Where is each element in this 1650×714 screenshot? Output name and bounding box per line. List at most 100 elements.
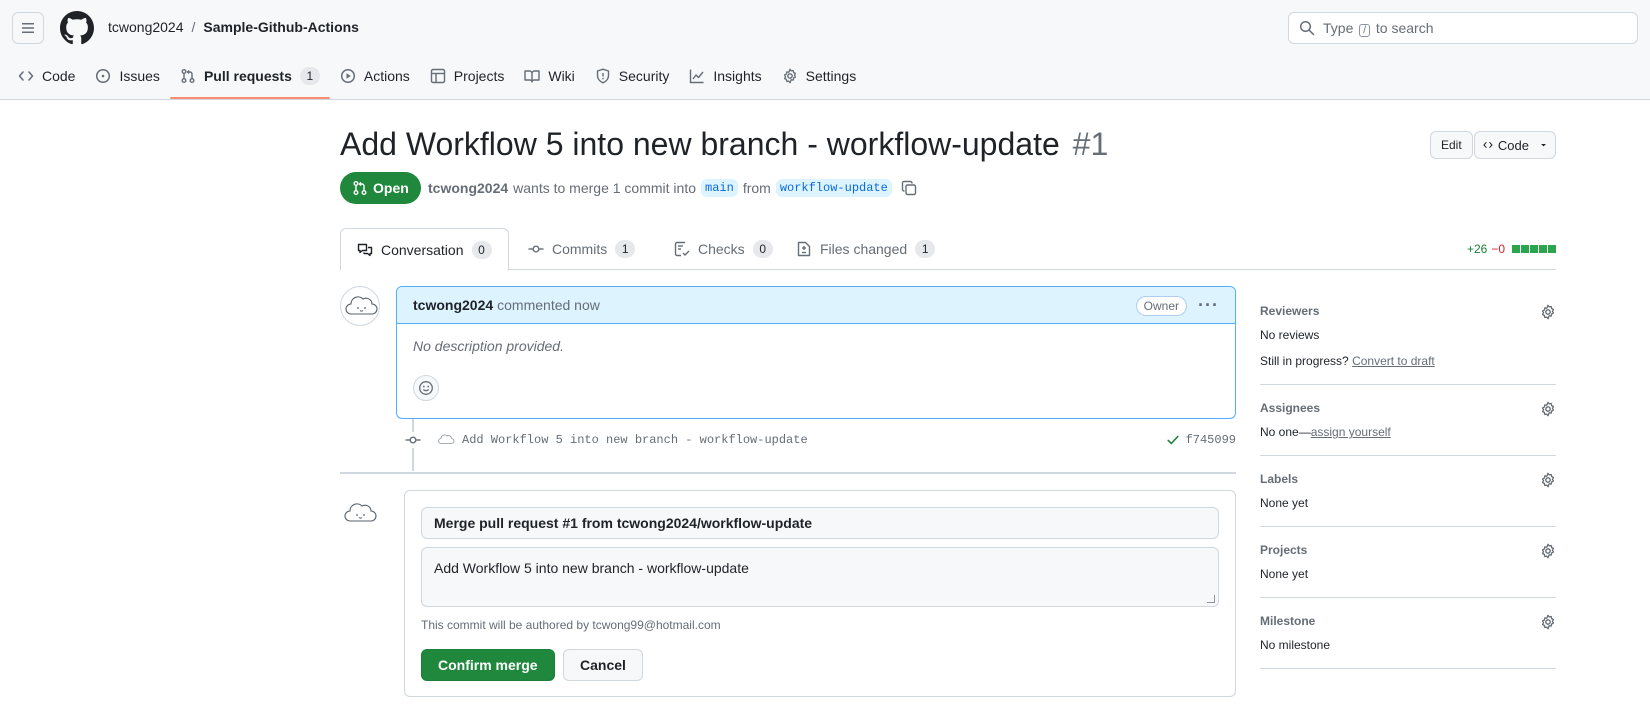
- sidebar-assignees: Assignees No one—assign yourself: [1260, 385, 1556, 456]
- diffstat-block: [1521, 245, 1529, 253]
- pr-tabs: Conversation 0 Commits 1 Checks 0 Files …: [340, 228, 1556, 271]
- nav-insights[interactable]: Insights: [679, 60, 771, 92]
- cancel-button[interactable]: Cancel: [563, 649, 643, 681]
- nav-label: Wiki: [548, 68, 575, 84]
- merge-commit-title-input[interactable]: Merge pull request #1 from tcwong2024/wo…: [421, 507, 1219, 539]
- pr-title-text: Add Workflow 5 into new branch - workflo…: [340, 126, 1060, 162]
- sidebar-value: None yet: [1260, 496, 1309, 510]
- comment-header: tcwong2024 commented now Owner ···: [397, 287, 1235, 324]
- github-logo-icon[interactable]: [60, 11, 94, 45]
- search-shortcut-key: /: [1359, 23, 1371, 37]
- still-in-progress-text: Still in progress?: [1260, 354, 1349, 368]
- check-icon[interactable]: [1166, 433, 1180, 447]
- timeline-divider: [340, 472, 1236, 474]
- sidebar-milestone: Milestone No milestone: [1260, 598, 1556, 669]
- tab-commits[interactable]: Commits 1: [512, 228, 651, 270]
- pull-requests-count: 1: [299, 67, 320, 85]
- merge-commit-message-textarea[interactable]: Add Workflow 5 into new branch - workflo…: [421, 547, 1219, 607]
- app-header: tcwong2024 / Sample-Github-Actions Type …: [0, 0, 1650, 100]
- diffstat-block: [1530, 245, 1538, 253]
- sidebar-reviewers: Reviewers No reviews Still in progress? …: [1260, 286, 1556, 385]
- nav-pull-requests[interactable]: Pull requests 1: [169, 60, 330, 99]
- timeline-commit: Add Workflow 5 into new branch - workflo…: [400, 430, 1236, 450]
- repo-owner-link[interactable]: tcwong2024: [108, 19, 184, 35]
- sidebar-title: Labels: [1260, 472, 1299, 486]
- gear-icon[interactable]: [1540, 401, 1556, 417]
- sidebar-title: Reviewers: [1260, 304, 1320, 318]
- nav-issues[interactable]: Issues: [85, 60, 169, 92]
- code-icon: [1483, 142, 1493, 148]
- shield-icon: [596, 68, 609, 84]
- nav-code[interactable]: Code: [8, 60, 85, 92]
- cloud-avatar-icon: [438, 434, 455, 444]
- from-text: from: [742, 180, 771, 196]
- diffstat-bar: [1511, 245, 1556, 253]
- nav-label: Settings: [805, 68, 857, 84]
- breadcrumb: tcwong2024 / Sample-Github-Actions: [108, 19, 359, 35]
- comment-timestamp: commented now: [497, 297, 600, 313]
- nav-label: Pull requests: [203, 68, 292, 84]
- pr-meta: tcwong2024 wants to merge 1 commit into …: [428, 179, 917, 197]
- tab-label: Checks: [698, 241, 745, 257]
- nav-label: Issues: [119, 68, 160, 84]
- diffstat-block: [1539, 245, 1547, 253]
- edit-title-button[interactable]: Edit: [1430, 131, 1473, 159]
- kebab-horizontal-icon[interactable]: ···: [1198, 295, 1219, 316]
- add-reaction-button[interactable]: [413, 375, 439, 401]
- nav-settings[interactable]: Settings: [772, 60, 867, 92]
- convert-to-draft-link[interactable]: Convert to draft: [1352, 354, 1435, 368]
- base-branch[interactable]: main: [701, 179, 738, 197]
- cloud-avatar-icon: [345, 296, 378, 315]
- nav-projects[interactable]: Projects: [420, 60, 515, 92]
- merge-commit-message-value: Add Workflow 5 into new branch - workflo…: [434, 560, 749, 576]
- no-one-text: No one—: [1260, 425, 1311, 439]
- sidebar-value: No reviews: [1260, 328, 1320, 342]
- code-icon: [18, 71, 34, 81]
- diffstat-additions: +26: [1466, 242, 1488, 256]
- draft-row: Still in progress? Convert to draft: [1260, 354, 1556, 368]
- assign-yourself-link[interactable]: assign yourself: [1311, 425, 1391, 439]
- tab-files-changed[interactable]: Files changed 1: [780, 228, 951, 270]
- nav-security[interactable]: Security: [585, 60, 680, 92]
- copy-icon[interactable]: [901, 180, 917, 196]
- search-input[interactable]: Type / to search: [1288, 12, 1638, 44]
- commit-sha-link[interactable]: f745099: [1186, 433, 1236, 447]
- confirm-merge-button[interactable]: Confirm merge: [421, 649, 555, 681]
- head-branch[interactable]: workflow-update: [775, 179, 892, 197]
- nav-label: Code: [42, 68, 76, 84]
- pr-sidebar: Reviewers No reviews Still in progress? …: [1260, 286, 1556, 669]
- menu-button[interactable]: [12, 12, 44, 44]
- code-dropdown-button[interactable]: Code: [1474, 131, 1556, 159]
- pr-state-label: Open: [373, 180, 409, 196]
- avatar[interactable]: [340, 494, 380, 534]
- gear-icon[interactable]: [1540, 614, 1556, 630]
- sidebar-value: No milestone: [1260, 638, 1331, 652]
- commit-author-note: This commit will be authored by tcwong99…: [421, 618, 721, 632]
- gear-icon[interactable]: [1540, 304, 1556, 320]
- avatar[interactable]: [340, 286, 380, 326]
- smiley-icon: [419, 381, 433, 395]
- tab-conversation[interactable]: Conversation 0: [340, 228, 509, 271]
- tab-count: 1: [615, 240, 636, 258]
- nav-wiki[interactable]: Wiki: [514, 60, 584, 92]
- diffstat-deletions: −0: [1491, 242, 1505, 256]
- sidebar-title: Assignees: [1260, 401, 1321, 415]
- gear-icon[interactable]: [1540, 472, 1556, 488]
- issue-opened-icon: [96, 68, 111, 84]
- checklist-icon: [674, 241, 690, 257]
- tab-checks[interactable]: Checks 0: [658, 228, 789, 270]
- comment-author-link[interactable]: tcwong2024: [413, 297, 493, 313]
- textarea-resize-handle[interactable]: [1207, 595, 1215, 603]
- repo-name-link[interactable]: Sample-Github-Actions: [203, 19, 359, 35]
- cloud-avatar-icon: [344, 503, 377, 522]
- gear-icon: [783, 68, 796, 84]
- table-icon: [430, 68, 445, 84]
- pr-title: Add Workflow 5 into new branch - workflo…: [340, 126, 1108, 163]
- repo-nav: Code Issues Pull requests 1 Actions Proj…: [8, 60, 866, 100]
- pr-state-badge: Open: [340, 172, 421, 204]
- commit-message-link[interactable]: Add Workflow 5 into new branch - workflo…: [462, 433, 808, 447]
- tab-count: 0: [471, 240, 492, 259]
- pr-author-link[interactable]: tcwong2024: [428, 180, 508, 196]
- gear-icon[interactable]: [1540, 543, 1556, 559]
- nav-actions[interactable]: Actions: [330, 60, 420, 92]
